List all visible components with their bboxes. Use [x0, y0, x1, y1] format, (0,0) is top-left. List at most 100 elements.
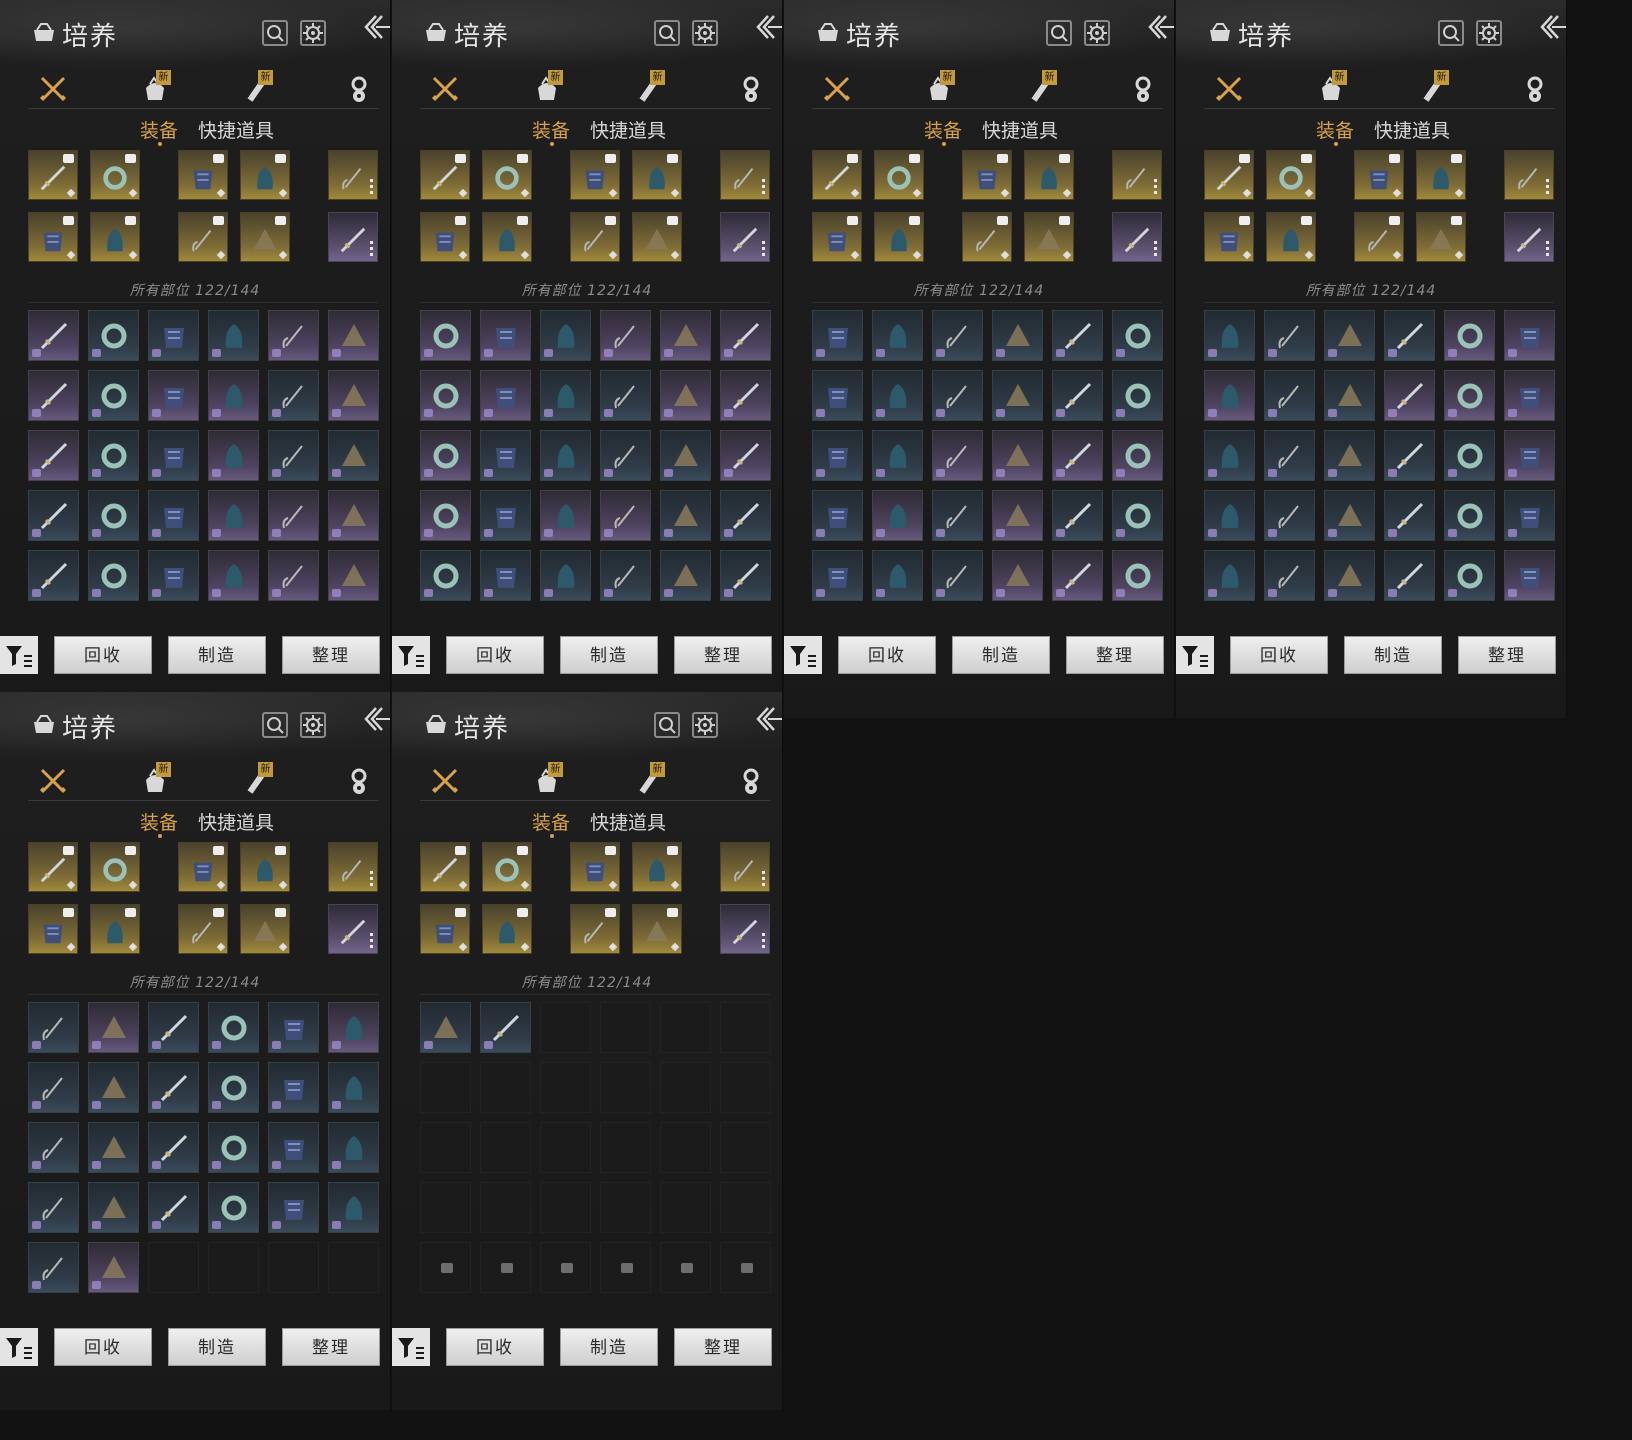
equipped-slot[interactable]	[874, 212, 924, 262]
filter-button[interactable]	[392, 1328, 430, 1366]
equipped-slot[interactable]	[240, 904, 290, 954]
equipped-slot[interactable]	[482, 904, 532, 954]
equipped-slot[interactable]	[240, 212, 290, 262]
inventory-item[interactable]	[872, 550, 923, 601]
tab-equipment[interactable]: 装备	[532, 116, 570, 146]
inventory-item[interactable]	[1444, 370, 1495, 421]
equipped-slot[interactable]	[240, 150, 290, 200]
inventory-item[interactable]	[328, 1122, 379, 1173]
inventory-item[interactable]	[208, 430, 259, 481]
inventory-item[interactable]	[1112, 490, 1163, 541]
craft-button[interactable]: 制造	[952, 636, 1050, 674]
inventory-item[interactable]	[872, 490, 923, 541]
recycle-button[interactable]: 回收	[54, 1328, 152, 1366]
craft-button[interactable]: 制造	[560, 1328, 658, 1366]
inventory-item[interactable]	[208, 490, 259, 541]
tab-equipment[interactable]: 装备	[1316, 116, 1354, 146]
inventory-item[interactable]	[480, 490, 531, 541]
inventory-item[interactable]	[28, 550, 79, 601]
equipped-slot[interactable]	[812, 150, 862, 200]
equipped-slot[interactable]	[632, 212, 682, 262]
inventory-item[interactable]	[328, 370, 379, 421]
filter-button[interactable]	[784, 636, 822, 674]
inventory-item[interactable]	[88, 1062, 139, 1113]
inventory-item[interactable]	[480, 430, 531, 481]
craft-button[interactable]: 制造	[560, 636, 658, 674]
inventory-item[interactable]	[992, 550, 1043, 601]
inventory-item[interactable]	[480, 1002, 531, 1053]
inventory-item[interactable]	[268, 310, 319, 361]
equipped-slot[interactable]	[178, 904, 228, 954]
equipped-slot[interactable]	[240, 842, 290, 892]
recycle-button[interactable]: 回收	[838, 636, 936, 674]
inventory-item[interactable]	[660, 430, 711, 481]
inventory-item[interactable]	[268, 550, 319, 601]
inventory-item[interactable]	[480, 550, 531, 601]
equipped-slot[interactable]	[1266, 212, 1316, 262]
inventory-item[interactable]	[1504, 490, 1555, 541]
tab-spirit[interactable]	[342, 72, 376, 106]
tab-equipment[interactable]: 装备	[532, 808, 570, 838]
equipped-slot[interactable]	[328, 904, 378, 954]
inventory-item[interactable]	[88, 1122, 139, 1173]
tab-quick-items[interactable]: 快捷道具	[590, 116, 666, 143]
tab-swords[interactable]	[36, 764, 70, 798]
inventory-item[interactable]	[328, 1002, 379, 1053]
back-button[interactable]	[1146, 12, 1174, 42]
inventory-item[interactable]	[1264, 310, 1315, 361]
equipped-slot[interactable]	[178, 842, 228, 892]
settings-button[interactable]	[1476, 20, 1502, 46]
equipped-slot[interactable]	[90, 150, 140, 200]
equipped-slot[interactable]	[1416, 150, 1466, 200]
equipped-slot[interactable]	[90, 904, 140, 954]
equipped-slot[interactable]	[28, 842, 78, 892]
tab-pouch[interactable]: 新	[138, 762, 172, 798]
inventory-item[interactable]	[540, 370, 591, 421]
search-button[interactable]	[1438, 20, 1464, 46]
tab-spirit[interactable]	[734, 764, 768, 798]
inventory-item[interactable]	[1384, 550, 1435, 601]
search-button[interactable]	[654, 20, 680, 46]
inventory-item[interactable]	[420, 430, 471, 481]
inventory-item[interactable]	[1504, 370, 1555, 421]
equipped-slot[interactable]	[1204, 150, 1254, 200]
inventory-item[interactable]	[1052, 370, 1103, 421]
inventory-item[interactable]	[328, 550, 379, 601]
inventory-item[interactable]	[992, 370, 1043, 421]
craft-button[interactable]: 制造	[168, 1328, 266, 1366]
tab-pouch[interactable]: 新	[138, 70, 172, 106]
inventory-item[interactable]	[872, 370, 923, 421]
equipped-slot[interactable]	[328, 150, 378, 200]
equipped-slot[interactable]	[1504, 150, 1554, 200]
tab-swords[interactable]	[1212, 72, 1246, 106]
inventory-item[interactable]	[28, 1122, 79, 1173]
recycle-button[interactable]: 回收	[446, 636, 544, 674]
inventory-item[interactable]	[812, 550, 863, 601]
inventory-item[interactable]	[148, 490, 199, 541]
settings-button[interactable]	[692, 20, 718, 46]
tab-equipment[interactable]: 装备	[140, 116, 178, 146]
equipped-slot[interactable]	[420, 904, 470, 954]
inventory-item[interactable]	[1504, 550, 1555, 601]
inventory-item[interactable]	[420, 1002, 471, 1053]
tab-pouch[interactable]: 新	[530, 762, 564, 798]
inventory-item[interactable]	[268, 1182, 319, 1233]
inventory-item[interactable]	[720, 370, 771, 421]
equipped-slot[interactable]	[1112, 212, 1162, 262]
equipped-slot[interactable]	[720, 150, 770, 200]
inventory-item[interactable]	[1264, 490, 1315, 541]
equipped-slot[interactable]	[28, 212, 78, 262]
inventory-item[interactable]	[148, 1182, 199, 1233]
equipped-slot[interactable]	[570, 150, 620, 200]
equipped-slot[interactable]	[1416, 212, 1466, 262]
equipped-slot[interactable]	[570, 212, 620, 262]
recycle-button[interactable]: 回收	[1230, 636, 1328, 674]
recycle-button[interactable]: 回收	[54, 636, 152, 674]
inventory-item[interactable]	[992, 490, 1043, 541]
equipped-slot[interactable]	[90, 212, 140, 262]
inventory-item[interactable]	[328, 1062, 379, 1113]
inventory-item[interactable]	[420, 490, 471, 541]
inventory-item[interactable]	[148, 1062, 199, 1113]
tab-scroll[interactable]: 新	[632, 762, 666, 798]
equipped-slot[interactable]	[482, 212, 532, 262]
